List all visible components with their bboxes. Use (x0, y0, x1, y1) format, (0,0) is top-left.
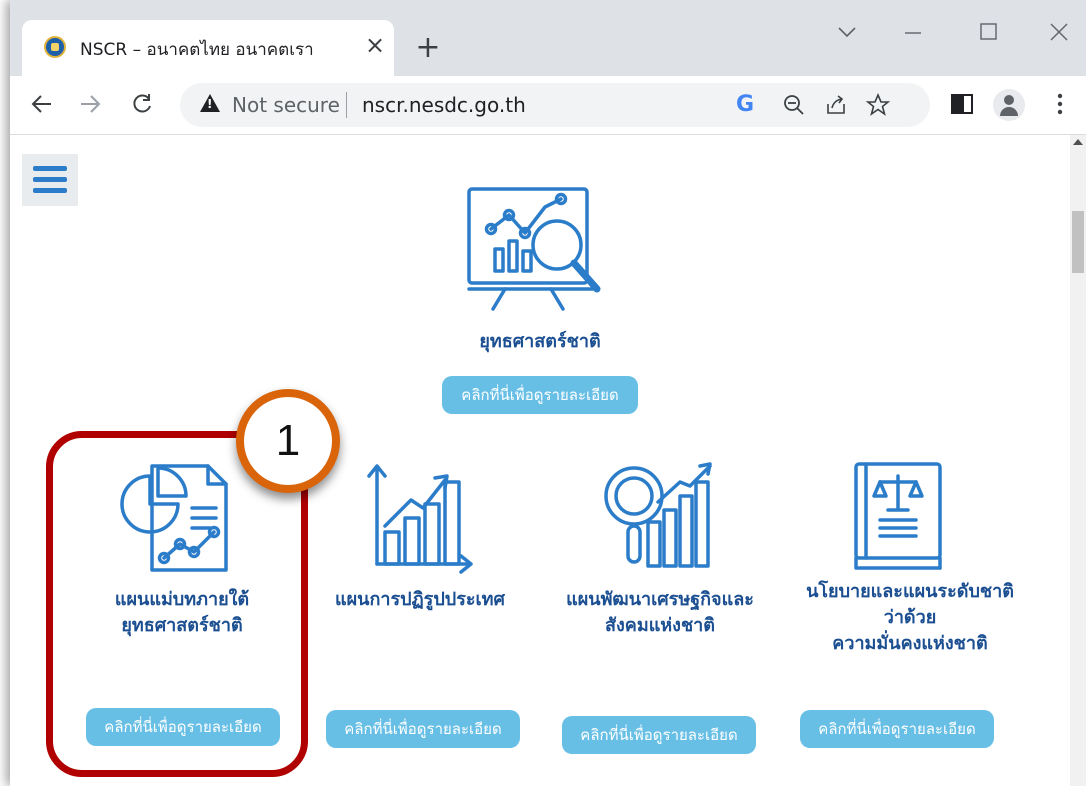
security-policy-title: นโยบายและแผนระดับชาติ ว่าด้วย ความมั่นคง… (790, 579, 1030, 657)
google-translate-icon[interactable]: G (736, 92, 754, 117)
reform-plan-details-button[interactable]: คลิกที่นี่เพื่อดูรายละเอียด (326, 710, 520, 748)
browser-window: NSCR – อนาคตไทย อนาคตเรา × + Not secure (10, 0, 1086, 786)
profile-avatar-icon[interactable] (993, 89, 1025, 121)
tab-search-icon[interactable] (822, 14, 872, 50)
page-scrollbar[interactable] (1070, 135, 1086, 786)
development-plan-details-button[interactable]: คลิกที่นี่เพื่อดูรายละเอียด (562, 716, 756, 754)
tab-title: NSCR – อนาคตไทย อนาคตเรา (80, 40, 314, 60)
page-content: ยุทธศาสตร์ชาติ คลิกที่นี่เพื่อดูรายละเอี… (10, 135, 1070, 786)
new-tab-button[interactable]: + (410, 30, 446, 66)
magnifier-growth-icon (604, 462, 712, 568)
growth-bar-chart-icon (367, 464, 473, 574)
reform-plan-title: แผนการปฏิรูปประเทศ (335, 589, 505, 610)
not-secure-warning-icon (200, 94, 220, 112)
not-secure-label[interactable]: Not secure (232, 93, 340, 117)
development-plan-title-line1: แผนพัฒนาเศรษฐกิจและ (566, 589, 754, 610)
zoom-icon[interactable] (778, 89, 810, 121)
back-button[interactable] (24, 86, 60, 122)
tab-strip: NSCR – อนาคตไทย อนาคตเรา × + (10, 0, 1086, 76)
minimize-button[interactable] (888, 14, 938, 50)
development-plan-title-line2: สังคมแห่งชาติ (605, 615, 715, 636)
reload-button[interactable] (124, 86, 160, 122)
browser-tab[interactable]: NSCR – อนาคตไทย อนาคตเรา × (22, 20, 394, 76)
scroll-up-arrow-icon[interactable] (1073, 139, 1083, 145)
share-icon[interactable] (820, 89, 852, 121)
security-policy-title-line2: ว่าด้วย (883, 607, 937, 628)
side-panel-icon[interactable] (944, 86, 980, 122)
address-bar[interactable]: Not secure nscr.nesdc.go.th G (180, 83, 930, 127)
scrollbar-thumb[interactable] (1072, 211, 1084, 273)
forward-button[interactable] (72, 86, 108, 122)
hamburger-menu-button[interactable] (22, 154, 78, 206)
site-favicon-icon (44, 36, 66, 58)
url-text[interactable]: nscr.nesdc.go.th (362, 93, 526, 117)
bookmark-star-icon[interactable] (862, 89, 894, 121)
strategy-details-button[interactable]: คลิกที่นี่เพื่อดูรายละเอียด (442, 376, 638, 414)
security-policy-title-line3: ความมั่นคงแห่งชาติ (832, 633, 988, 654)
security-policy-title-line1: นโยบายและแผนระดับชาติ (806, 581, 1014, 602)
browser-toolbar: Not secure nscr.nesdc.go.th G (10, 76, 1086, 135)
step-number-badge: 1 (236, 389, 340, 493)
strategy-title: ยุทธศาสตร์ชาติ (479, 331, 601, 352)
maximize-button[interactable] (964, 14, 1014, 50)
law-book-scales-icon (854, 462, 942, 570)
security-policy-details-button[interactable]: คลิกที่นี่เพื่อดูรายละเอียด (800, 710, 994, 748)
tab-close-icon[interactable]: × (360, 30, 390, 60)
omnibox-divider (346, 92, 347, 118)
analytics-presentation-icon (467, 187, 601, 311)
menu-kebab-icon[interactable] (1042, 86, 1078, 122)
close-window-button[interactable] (1034, 14, 1084, 50)
development-plan-title: แผนพัฒนาเศรษฐกิจและ สังคมแห่งชาติ (550, 587, 770, 639)
